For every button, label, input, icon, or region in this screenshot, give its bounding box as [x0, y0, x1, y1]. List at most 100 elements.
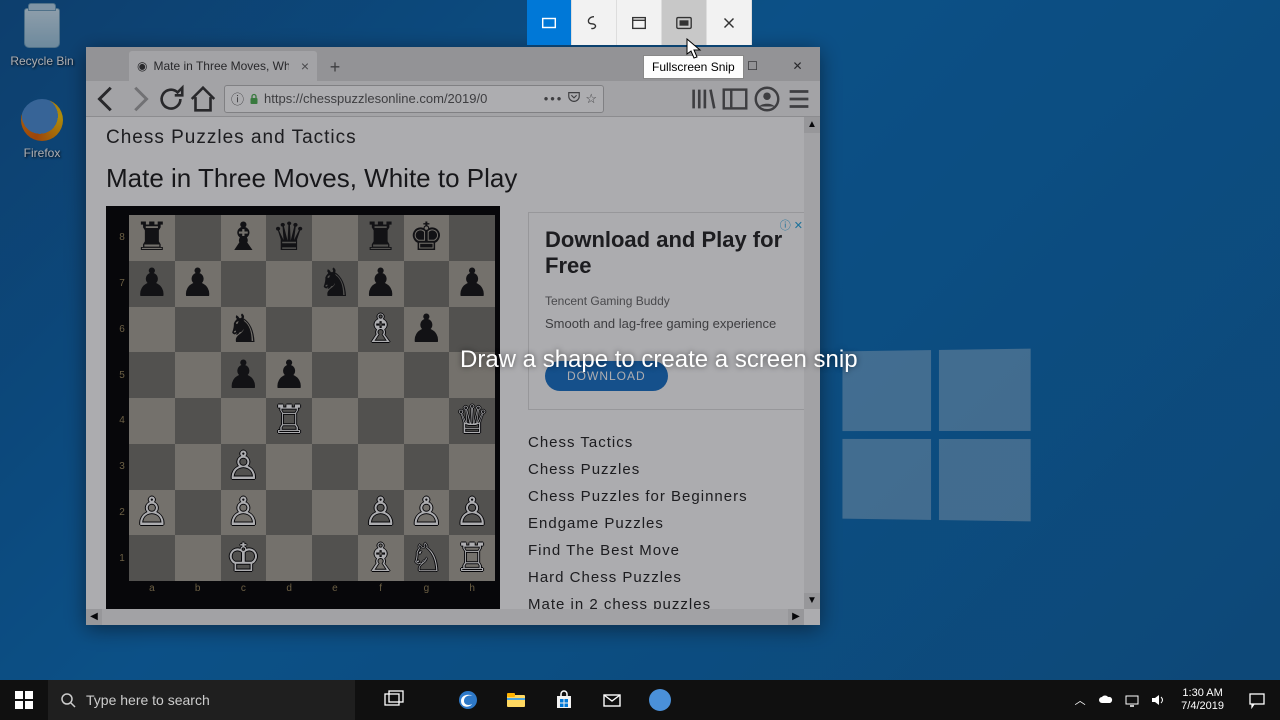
square: ♟	[266, 352, 312, 398]
page-actions-icon[interactable]: •••	[544, 91, 564, 106]
account-icon[interactable]	[752, 84, 782, 114]
square: ♙	[358, 490, 404, 536]
category-link[interactable]: Hard Chess Puzzles	[528, 569, 808, 586]
close-snip-button[interactable]	[707, 0, 752, 45]
sidebar-icon[interactable]	[720, 84, 750, 114]
rank-label: 4	[115, 398, 129, 444]
square	[449, 444, 495, 490]
window-close-button[interactable]: ✕	[775, 51, 820, 81]
taskbar-search[interactable]: Type here to search	[48, 680, 355, 720]
square	[129, 444, 175, 490]
recycle-bin-icon	[20, 6, 64, 50]
square: ♜	[129, 215, 175, 261]
taskbar: Type here to search ︿ 1:30 AM 7/4/2019	[0, 680, 1280, 720]
window-snip-button[interactable]	[617, 0, 662, 45]
taskbar-app-edge[interactable]	[444, 680, 492, 720]
file-label: e	[312, 581, 358, 595]
pocket-icon[interactable]	[567, 90, 581, 107]
new-tab-button[interactable]: +	[321, 53, 349, 81]
file-label: h	[449, 581, 495, 595]
square	[129, 535, 175, 581]
square	[129, 398, 175, 444]
tray-overflow-icon[interactable]: ︿	[1067, 692, 1093, 708]
desktop-icon-label: Firefox	[6, 146, 78, 160]
category-link[interactable]: Find The Best Move	[528, 542, 808, 559]
menu-icon[interactable]	[784, 84, 814, 114]
square: ♙	[221, 490, 267, 536]
home-button[interactable]	[188, 84, 218, 114]
rectangular-snip-button[interactable]	[527, 0, 572, 45]
desktop-icon-firefox[interactable]: Firefox	[6, 98, 78, 160]
ad-info-icon[interactable]: ⓘ ✕	[780, 217, 803, 233]
snip-toolbar	[527, 0, 752, 45]
square: ♙	[221, 444, 267, 490]
category-link[interactable]: Chess Puzzles for Beginners	[528, 488, 808, 505]
tray-volume-icon[interactable]	[1145, 692, 1171, 708]
ad-subtitle: Tencent Gaming Buddy	[545, 294, 791, 308]
square	[449, 215, 495, 261]
square: ♟	[129, 261, 175, 307]
task-view-button[interactable]	[370, 680, 418, 720]
taskbar-clock[interactable]: 1:30 AM 7/4/2019	[1171, 687, 1234, 713]
square	[312, 215, 358, 261]
square	[312, 352, 358, 398]
rank-label: 8	[115, 215, 129, 261]
square: ♞	[221, 307, 267, 353]
taskbar-app-store[interactable]	[540, 680, 588, 720]
search-placeholder: Type here to search	[86, 692, 210, 708]
url-text: https://chesspuzzlesonline.com/2019/0	[264, 91, 540, 106]
site-info-icon[interactable]: ⓘ	[231, 89, 244, 108]
browser-tab[interactable]: ◉ Mate in Three Moves, White to ×	[129, 51, 317, 81]
reload-button[interactable]	[156, 84, 186, 114]
square	[175, 307, 221, 353]
close-tab-icon[interactable]: ×	[301, 58, 309, 74]
square	[404, 398, 450, 444]
rank-label: 2	[115, 490, 129, 536]
action-center-button[interactable]	[1234, 680, 1280, 720]
ad-description: Smooth and lag-free gaming experience	[545, 316, 791, 331]
tray-network-icon[interactable]	[1119, 692, 1145, 708]
taskbar-app-firefox[interactable]	[636, 680, 684, 720]
square	[312, 398, 358, 444]
square: ♔	[221, 535, 267, 581]
square	[312, 535, 358, 581]
square	[358, 398, 404, 444]
freeform-snip-button[interactable]	[572, 0, 617, 45]
firefox-window: ◉ Mate in Three Moves, White to × + — ☐ …	[86, 47, 820, 625]
square	[175, 535, 221, 581]
bookmark-star-icon[interactable]: ☆	[585, 91, 597, 107]
category-link[interactable]: Chess Tactics	[528, 434, 808, 451]
library-icon[interactable]	[688, 84, 718, 114]
taskbar-app-explorer[interactable]	[492, 680, 540, 720]
cursor-icon	[686, 38, 702, 60]
start-button[interactable]	[0, 680, 48, 720]
file-label: a	[129, 581, 175, 595]
square	[312, 490, 358, 536]
site-title[interactable]: Chess Puzzles and Tactics	[106, 127, 820, 149]
snip-hint-text: Draw a shape to create a screen snip	[460, 346, 858, 374]
forward-button[interactable]	[124, 84, 154, 114]
square	[175, 444, 221, 490]
address-bar[interactable]: ⓘ https://chesspuzzlesonline.com/2019/0 …	[224, 85, 604, 113]
square	[175, 352, 221, 398]
ad-box[interactable]: ⓘ ✕ Download and Play for Free Tencent G…	[528, 212, 808, 410]
square	[404, 261, 450, 307]
tab-favicon: ◉	[137, 59, 147, 73]
back-button[interactable]	[92, 84, 122, 114]
rank-label: 6	[115, 307, 129, 353]
square	[266, 444, 312, 490]
category-link[interactable]: Chess Puzzles	[528, 461, 808, 478]
rank-label: 3	[115, 444, 129, 490]
rank-label: 5	[115, 352, 129, 398]
tray-onedrive-icon[interactable]	[1093, 692, 1119, 708]
taskbar-app-mail[interactable]	[588, 680, 636, 720]
square	[266, 490, 312, 536]
square: ♙	[129, 490, 175, 536]
desktop-icon-recycle-bin[interactable]: Recycle Bin	[6, 6, 78, 68]
square	[312, 444, 358, 490]
category-link[interactable]: Endgame Puzzles	[528, 515, 808, 532]
page-title: Mate in Three Moves, White to Play	[106, 163, 820, 194]
square: ♙	[404, 490, 450, 536]
horizontal-scrollbar[interactable]: ◀▶	[86, 609, 804, 625]
square: ♕	[449, 398, 495, 444]
